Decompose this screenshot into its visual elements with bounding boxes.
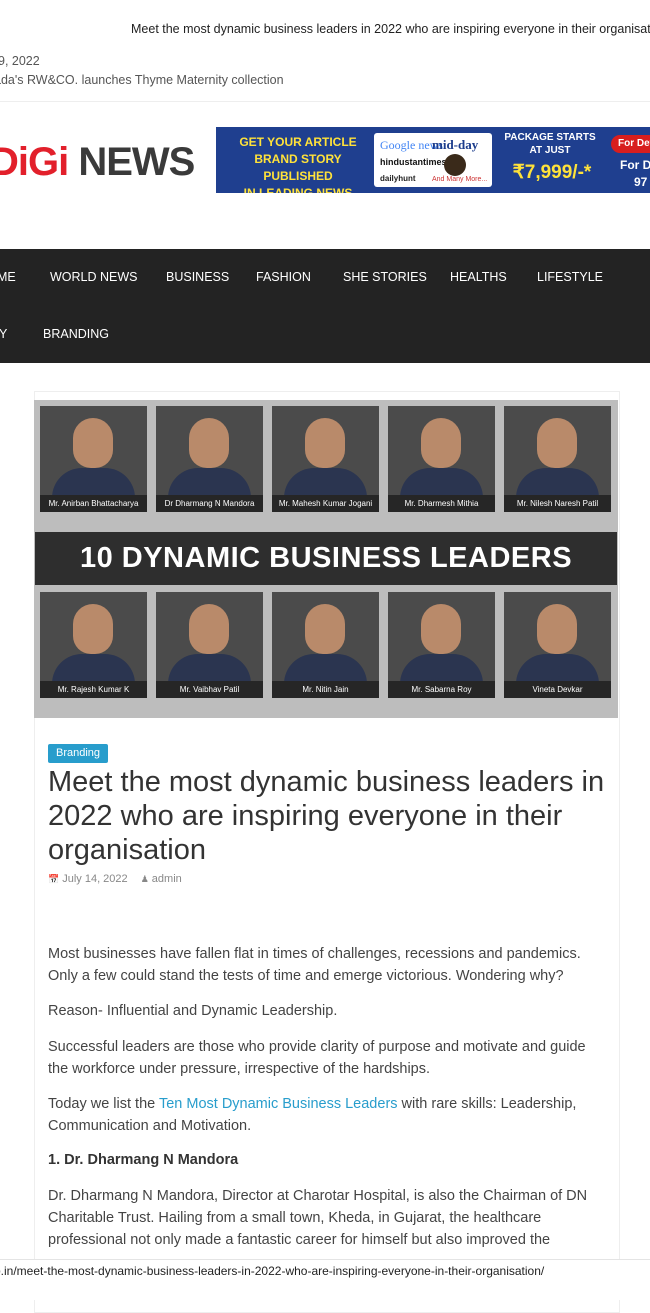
calendar-icon: 📅 [48, 874, 60, 884]
dailyhunt-logo: dailyhunt [380, 174, 416, 183]
bottom-fade [0, 1283, 650, 1300]
ten-leaders-link[interactable]: Ten Most Dynamic Business Leaders [159, 1096, 398, 1112]
nav-item-business[interactable]: BUSINESS [166, 270, 229, 284]
leader-photo: Mr. Nilesh Naresh Patil [504, 406, 611, 512]
leader-caption: Vineta Devkar [504, 681, 611, 698]
top-ticker: Meet the most dynamic business leaders i… [0, 0, 650, 100]
article-paragraph: Today we list the Ten Most Dynamic Busin… [48, 1093, 608, 1137]
site-logo[interactable]: DiGi NEWS [0, 140, 195, 185]
leader-caption: Mr. Nitin Jain [272, 681, 379, 698]
logo-digi: DiGi [0, 140, 69, 184]
article-author[interactable]: admin [152, 873, 182, 885]
leader-photo: Mr. Vaibhav Patil [156, 592, 263, 698]
user-icon: ♟ [140, 874, 149, 884]
midday-logo: mid-day [432, 137, 479, 152]
leader-photo: Dr Dharmang N Mandora [156, 406, 263, 512]
leader-caption: Mr. Vaibhav Patil [156, 681, 263, 698]
ad-more-text: And Many More... [432, 176, 488, 183]
hindustan-times-logo: hindustantimes [380, 157, 447, 167]
article-paragraph: Successful leaders are those who provide… [48, 1039, 586, 1077]
ad-details-pill: For Det [611, 135, 650, 153]
times-logo-icon [444, 154, 466, 176]
paragraph-text: Today we list the [48, 1096, 159, 1112]
featured-banner-text: 10 DYNAMIC BUSINESS LEADERS [35, 532, 617, 585]
ticker-news-link[interactable]: ada's RW&CO. launches Thyme Maternity co… [0, 73, 284, 87]
ad-headline: GET YOUR ARTICLE BRAND STORY PUBLISHED I… [222, 134, 374, 193]
nav-item-she-stories[interactable]: SHE STORIES [343, 270, 427, 284]
nav-item-lifestyle[interactable]: LIFESTYLE [537, 270, 603, 284]
leader-photo: Mr. Nitin Jain [272, 592, 379, 698]
article-paragraph: Reason- Influential and Dynamic Leadersh… [48, 1003, 338, 1019]
header-divider [0, 101, 650, 102]
category-badge[interactable]: Branding [48, 744, 109, 763]
ad-contact-1: For D [620, 158, 650, 172]
article-date[interactable]: July 14, 2022 [62, 873, 127, 885]
leader-caption: Mr. Rajesh Kumar K [40, 681, 147, 698]
header-ad-banner[interactable]: GET YOUR ARTICLE BRAND STORY PUBLISHED I… [216, 127, 650, 193]
nav-item-branding[interactable]: BRANDING [43, 327, 109, 341]
ad-line-3: IN LEADING NEWS PORTAL'S [243, 186, 353, 193]
leader-caption: Mr. Sabarna Roy [388, 681, 495, 698]
ad-line-2: BRAND STORY PUBLISHED [254, 152, 342, 183]
leader-caption: Mr. Mahesh Kumar Jogani [272, 495, 379, 512]
nav-item-fashion[interactable]: FASHION [256, 270, 311, 284]
ad-price: ₹7,999/-* [512, 162, 592, 183]
leader-photo: Vineta Devkar [504, 592, 611, 698]
ad-package-text: PACKAGE STARTS AT JUST [504, 132, 596, 156]
ad-line-1: GET YOUR ARTICLE [239, 135, 357, 149]
ad-contact-2: 97 [634, 175, 648, 189]
leader-photo: Mr. Sabarna Roy [388, 592, 495, 698]
nav-item-partial[interactable]: Y [0, 327, 7, 341]
status-url: o.in/meet-the-most-dynamic-business-lead… [0, 1264, 545, 1278]
article-meta: 📅 July 14, 2022 ♟ admin [48, 873, 182, 885]
main-navigation: ME WORLD NEWS BUSINESS FASHION SHE STORI… [0, 249, 650, 363]
leader-caption: Mr. Dharmesh Mithia [388, 495, 495, 512]
leader-photo: Mr. Rajesh Kumar K [40, 592, 147, 698]
article-paragraph: Dr. Dharmang N Mandora, Director at Char… [48, 1188, 588, 1248]
leader-photo: Mr. Anirban Bhattacharya [40, 406, 147, 512]
ticker-headline-link[interactable]: Meet the most dynamic business leaders i… [131, 22, 650, 36]
leader-caption: Mr. Nilesh Naresh Patil [504, 495, 611, 512]
leader-photo: Mr. Mahesh Kumar Jogani [272, 406, 379, 512]
leader-photo: Mr. Dharmesh Mithia [388, 406, 495, 512]
nav-item-healths[interactable]: HEALTHS [450, 270, 507, 284]
link-status-bar: o.in/meet-the-most-dynamic-business-lead… [0, 1259, 650, 1284]
ad-partner-logos: Google news mid-day hindustantimes daily… [374, 133, 492, 187]
leader-caption: Dr Dharmang N Mandora [156, 495, 263, 512]
nav-item-world-news[interactable]: WORLD NEWS [50, 270, 138, 284]
leader-caption: Mr. Anirban Bhattacharya [40, 495, 147, 512]
logo-news: NEWS [68, 140, 195, 184]
section-heading: 1. Dr. Dharmang N Mandora [48, 1152, 239, 1168]
nav-item-home[interactable]: ME [0, 270, 16, 284]
article-title: Meet the most dynamic business leaders i… [48, 766, 605, 866]
article-paragraph: Most businesses have fallen flat in time… [48, 946, 581, 984]
ticker-date: 9, 2022 [0, 54, 40, 68]
